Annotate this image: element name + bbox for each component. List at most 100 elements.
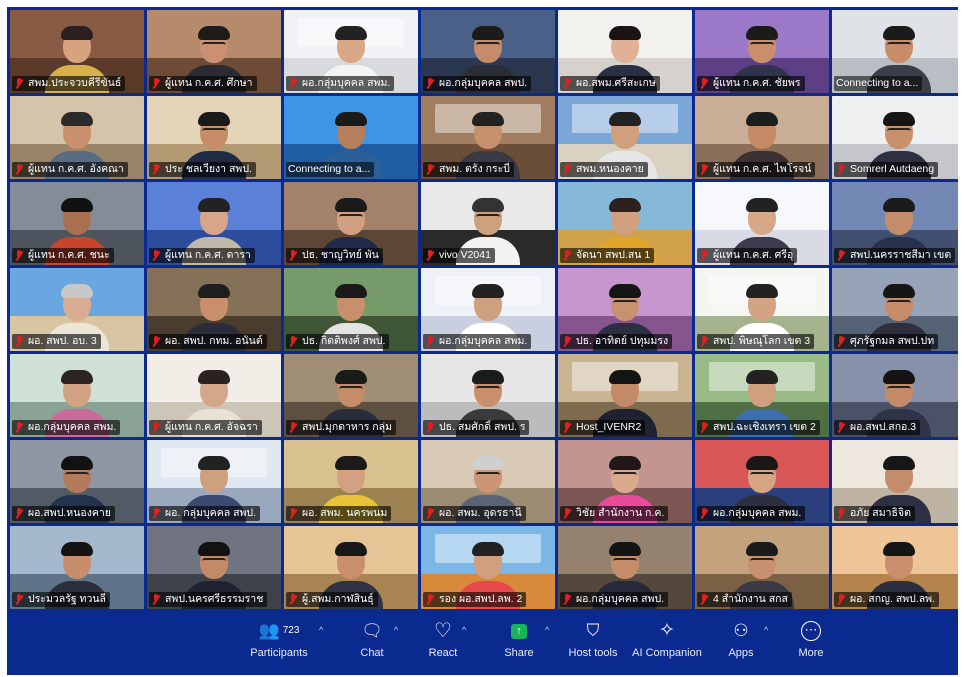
video-tile[interactable]: สพป.ฉะเชิงเทรา เขต 2 xyxy=(695,354,829,437)
participants-button[interactable]: 👥 723 Participants xyxy=(247,618,311,672)
video-tile[interactable]: จัดนา สพป.สน 1 xyxy=(558,182,692,265)
video-tile[interactable]: Connecting to a... xyxy=(284,96,418,179)
video-tile[interactable]: ผู้แทน ก.ค.ศ. อัจฉรา xyxy=(147,354,281,437)
video-tile[interactable]: ผอ.กลุ่มบุคคล สพป. xyxy=(558,526,692,609)
video-tile[interactable]: ผู้แทน ก.ค.ศ. อังคณา xyxy=(10,96,144,179)
video-tile[interactable]: สพป.นครราชสีมา เขต xyxy=(832,182,958,265)
participant-name-tag: ผอ.กลุ่มบุคคล สพป. xyxy=(560,592,669,607)
video-tile[interactable]: ปธ. ชาญวิทย์ พัน xyxy=(284,182,418,265)
video-tile[interactable]: ปธ. อาทิตย์ ปทุมมรง xyxy=(558,268,692,351)
video-tile[interactable]: Host_IVENR2 xyxy=(558,354,692,437)
glasses xyxy=(613,300,637,307)
mic-muted-icon xyxy=(562,78,572,89)
video-tile[interactable]: สพป.นครศรีธรรมราช xyxy=(147,526,281,609)
video-tile[interactable]: ผอ.สพม.ศรีสะเกษ xyxy=(558,10,692,93)
video-tile[interactable]: รอง ผอ.สพป.ลพ. 2 xyxy=(421,526,555,609)
mic-muted-icon xyxy=(151,164,161,175)
video-tile[interactable]: สพม.ประจวบคีรีขันธ์ xyxy=(10,10,144,93)
mic-muted-icon xyxy=(699,78,709,89)
chat-button[interactable]: 🗨 Chat xyxy=(347,618,397,672)
glasses xyxy=(202,128,226,135)
participant-hair xyxy=(335,370,367,384)
participant-name-tag: วิชัย สำนักงาน ก.ค. xyxy=(560,506,669,521)
video-tile[interactable]: ผู้.สพม.กาฬสินธุ์ xyxy=(284,526,418,609)
video-tile[interactable]: ผอ.สพป.หนองคาย xyxy=(10,440,144,523)
video-tile[interactable]: ผอ. สพม. นครพนม xyxy=(284,440,418,523)
participant-name: ปธ. ชาญวิทย์ พัน xyxy=(302,249,379,261)
participant-name-tag: สพป.นครศรีธรรมราช xyxy=(149,592,268,607)
participant-name: ผู้แทน ก.ค.ศ. อัจฉรา xyxy=(165,421,258,433)
video-tile[interactable]: ผู้แทน ก.ค.ศ. ชนะ xyxy=(10,182,144,265)
video-tile[interactable]: ปธ. สมศักดิ์ สพป. ร xyxy=(421,354,555,437)
participant-name: Somrerl Autdaeng xyxy=(850,163,935,175)
video-tile[interactable]: ศุภรัฐกมล สพป.ปท xyxy=(832,268,958,351)
video-tile[interactable]: ประมวลรัฐ ทวนลี xyxy=(10,526,144,609)
video-tile[interactable]: ผอ. สกญ. สพป.ลพ. xyxy=(832,526,958,609)
mic-muted-icon xyxy=(288,422,298,433)
participant-name: ผอ. สพม. นครพนม xyxy=(302,507,388,519)
participant-name: สพป.นครราชสีมา เขต xyxy=(850,249,952,261)
video-tile[interactable]: ผอ. สพป. อบ. 3 xyxy=(10,268,144,351)
participant-hair xyxy=(61,284,93,298)
host-tools-button[interactable]: ⛉ Host tools xyxy=(562,618,624,672)
mic-muted-icon xyxy=(699,594,709,605)
participant-hair xyxy=(335,456,367,470)
video-tile[interactable]: อภัย สมาธิจิต xyxy=(832,440,958,523)
react-button[interactable]: ♡ React xyxy=(419,618,467,672)
video-tile[interactable]: สพม.หนองคาย xyxy=(558,96,692,179)
ai-companion-button[interactable]: ✧ AI Companion xyxy=(627,618,707,672)
video-tile[interactable]: ผู้แทน ก.ค.ศ. ศรีอุ xyxy=(695,182,829,265)
video-tile[interactable]: Somrerl Autdaeng xyxy=(832,96,958,179)
share-options-caret[interactable]: ^ xyxy=(545,625,549,635)
video-tile[interactable]: ผอ.กลุ่มบุคคล สพม. xyxy=(10,354,144,437)
mic-muted-icon xyxy=(14,508,24,519)
video-tile[interactable]: วิชัย สำนักงาน ก.ค. xyxy=(558,440,692,523)
glasses xyxy=(339,386,363,393)
video-tile[interactable]: ผอ.กลุ่มบุคคล สพป. xyxy=(421,10,555,93)
video-tile[interactable]: ผู้แทน ก.ค.ศ. ศึกษา xyxy=(147,10,281,93)
participant-name-tag: สพม.หนองคาย xyxy=(560,162,648,177)
chat-options-caret[interactable]: ^ xyxy=(394,625,398,635)
mic-muted-icon xyxy=(836,508,846,519)
mic-muted-icon xyxy=(562,164,572,175)
participant-name: รอง ผอ.สพป.ลพ. 2 xyxy=(439,593,523,605)
video-tile[interactable]: ผอ.กลุ่มบุคคล สพม. xyxy=(421,268,555,351)
participant-name-tag: Connecting to a... xyxy=(834,76,923,91)
glasses xyxy=(476,42,500,49)
participant-name-tag: ผู้แทน ก.ค.ศ. ชัยพร xyxy=(697,76,805,91)
react-options-caret[interactable]: ^ xyxy=(462,625,466,635)
video-tile[interactable]: Connecting to a... xyxy=(832,10,958,93)
video-tile[interactable]: vivo V2041 xyxy=(421,182,555,265)
video-tile[interactable]: ผอ.กลุ่มบุคคล สพม. xyxy=(284,10,418,93)
participant-name: ผู้แทน ก.ค.ศ. ไพโรจน์ xyxy=(713,163,812,175)
participant-name: ผู้แทน ก.ค.ศ. ชัยพร xyxy=(713,77,801,89)
participant-name-tag: ปธ. ชาญวิทย์ พัน xyxy=(286,248,383,263)
video-tile[interactable]: ปธ. กิตติพงศ์ สพป. xyxy=(284,268,418,351)
video-tile[interactable]: สพป. พิษณุโลก เขต 3 xyxy=(695,268,829,351)
video-tile[interactable]: ผู้แทน ก.ค.ศ. ชัยพร xyxy=(695,10,829,93)
participant-hair xyxy=(609,542,641,556)
video-tile[interactable]: ผู้แทน ก.ค.ศ. ไพโรจน์ xyxy=(695,96,829,179)
participant-name-tag: ผู้แทน ก.ค.ศ. ดารา xyxy=(149,248,255,263)
video-tile[interactable]: ประ ชลเวียงา สพป. xyxy=(147,96,281,179)
share-button[interactable]: ↑ Share xyxy=(495,618,543,672)
video-tile[interactable]: ผอ.กลุ่มบุคคล สพม. xyxy=(695,440,829,523)
video-tile[interactable]: ผอ. สพป. กทม. อนันต์ xyxy=(147,268,281,351)
mic-muted-icon xyxy=(836,336,846,347)
video-tile[interactable]: สพป.มุกดาหาร กลุ่ม xyxy=(284,354,418,437)
participants-options-caret[interactable]: ^ xyxy=(319,625,323,635)
more-button[interactable]: ⋯ More xyxy=(789,618,833,672)
video-tile[interactable]: ผู้แทน ก.ค.ศ. ดารา xyxy=(147,182,281,265)
participant-name-tag: รอง ผอ.สพป.ลพ. 2 xyxy=(423,592,527,607)
participant-name: Connecting to a... xyxy=(836,77,919,89)
apps-options-caret[interactable]: ^ xyxy=(764,625,768,635)
video-tile[interactable]: ผอ.สพป.สกอ.3 xyxy=(832,354,958,437)
video-tile[interactable]: 4 สำนักงาน สกส xyxy=(695,526,829,609)
participant-name-tag: ผอ.สพม.ศรีสะเกษ xyxy=(560,76,660,91)
video-tile[interactable]: สพม. ตรัง กระบี่ xyxy=(421,96,555,179)
participant-hair xyxy=(61,112,93,126)
video-tile[interactable]: ผอ. สพม. อุดรธานี xyxy=(421,440,555,523)
apps-button[interactable]: ⚇ Apps xyxy=(719,618,763,672)
video-tile[interactable]: ผอ. กลุ่มบุคคล สพป. xyxy=(147,440,281,523)
participant-hair xyxy=(61,456,93,470)
